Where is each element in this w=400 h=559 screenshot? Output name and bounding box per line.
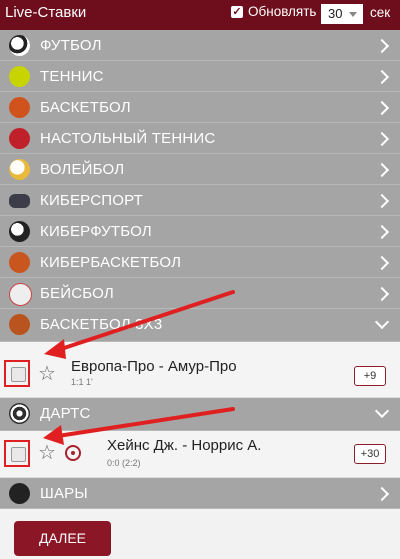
match-row[interactable]: ☆ Хейнс Дж. - Норрис А. 0:0 (2:2) +30 — [0, 431, 400, 478]
match-select-checkbox[interactable] — [11, 447, 26, 462]
sport-row-darts[interactable]: ДАРТС — [0, 398, 400, 431]
chevron-right-icon — [374, 162, 390, 178]
sport-row-cyberbasketball[interactable]: КИБЕРБАСКЕТБОЛ — [0, 247, 400, 278]
cyber-basketball-icon — [9, 252, 30, 273]
dartboard-icon — [65, 445, 81, 461]
refresh-label: Обновлять — [248, 4, 317, 19]
cyber-football-icon — [9, 221, 30, 242]
sport-row-cyberfootball[interactable]: КИБЕРФУТБОЛ — [0, 216, 400, 247]
chevron-right-icon — [374, 486, 390, 502]
favorite-star-icon[interactable]: ☆ — [38, 364, 56, 384]
match-score: 1:1 1' — [71, 377, 93, 387]
interval-unit: сек — [370, 5, 391, 20]
sport-row-table-tennis[interactable]: НАСТОЛЬНЫЙ ТЕННИС — [0, 123, 400, 154]
top-bar: Live-Ставки ✓ Обновлять 30 сек — [0, 0, 400, 30]
sport-row-balls[interactable]: ШАРЫ — [0, 478, 400, 509]
favorite-star-icon[interactable]: ☆ — [38, 443, 56, 463]
match-select-checkbox[interactable] — [11, 367, 26, 382]
soccer-ball-icon — [9, 35, 30, 56]
chevron-right-icon — [374, 38, 390, 54]
footer: ДАЛЕЕ — [0, 509, 400, 559]
match-players[interactable]: Хейнс Дж. - Норрис А. — [107, 437, 261, 454]
basketball-icon — [9, 97, 30, 118]
sport-row-basketball[interactable]: БАСКЕТБОЛ — [0, 92, 400, 123]
chevron-right-icon — [374, 286, 390, 302]
sport-row-cybersport[interactable]: КИБЕРСПОРТ — [0, 185, 400, 216]
chevron-down-icon — [349, 12, 357, 17]
chevron-down-icon — [374, 314, 390, 330]
more-markets-button[interactable]: +30 — [354, 444, 386, 464]
darts-icon — [9, 403, 30, 424]
tennis-ball-icon — [9, 66, 30, 87]
next-button[interactable]: ДАЛЕЕ — [14, 521, 111, 556]
chevron-right-icon — [374, 131, 390, 147]
sport-row-volleyball[interactable]: ВОЛЕЙБОЛ — [0, 154, 400, 185]
auto-refresh-toggle[interactable]: ✓ Обновлять — [231, 4, 316, 19]
match-row[interactable]: ☆ Европа-Про - Амур-Про 1:1 1' +9 — [0, 342, 400, 398]
chevron-right-icon — [374, 255, 390, 271]
page-title: Live-Ставки — [5, 4, 87, 21]
sport-row-baseball[interactable]: БЕЙСБОЛ — [0, 278, 400, 309]
chevron-down-icon — [374, 403, 390, 419]
chevron-right-icon — [374, 224, 390, 240]
chevron-right-icon — [374, 69, 390, 85]
chevron-right-icon — [374, 193, 390, 209]
sport-row-basketball-3x3[interactable]: БАСКЕТБОЛ 3Х3 — [0, 309, 400, 342]
refresh-checkbox[interactable]: ✓ — [231, 5, 243, 18]
basketball-3x3-icon — [9, 314, 30, 335]
chevron-right-icon — [374, 100, 390, 116]
match-teams[interactable]: Европа-Про - Амур-Про — [71, 358, 237, 375]
table-tennis-icon — [9, 128, 30, 149]
match-score: 0:0 (2:2) — [107, 458, 141, 468]
refresh-interval-select[interactable]: 30 — [321, 4, 363, 24]
sport-row-football[interactable]: ФУТБОЛ — [0, 30, 400, 61]
balls-icon — [9, 483, 30, 504]
gamepad-icon — [9, 194, 30, 208]
volleyball-icon — [9, 159, 30, 180]
sport-row-tennis[interactable]: ТЕННИС — [0, 61, 400, 92]
baseball-icon — [9, 283, 32, 306]
more-markets-button[interactable]: +9 — [354, 366, 386, 386]
